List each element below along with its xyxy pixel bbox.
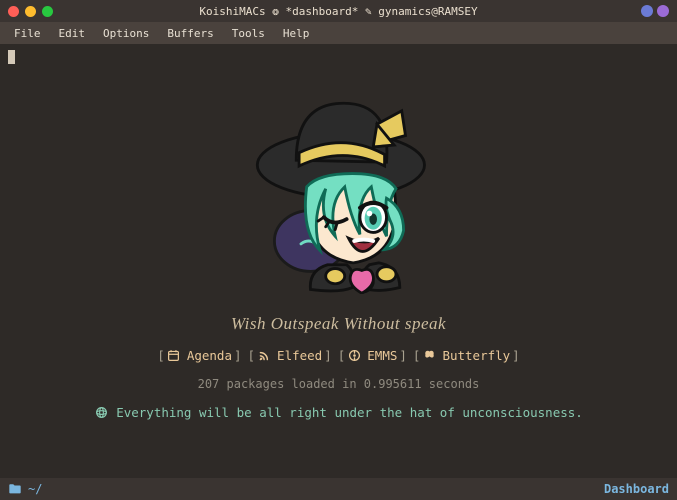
text-cursor: [8, 50, 15, 64]
titlebar-indicator-1: [641, 5, 653, 17]
close-window-button[interactable]: [8, 6, 19, 17]
titlebar-indicator-2: [657, 5, 669, 17]
butterfly-icon: [422, 349, 436, 363]
nav-agenda-label: Agenda: [187, 348, 232, 363]
nav-agenda[interactable]: Agenda: [165, 348, 234, 363]
nav-emms[interactable]: EMMS: [345, 348, 399, 363]
bracket: [: [413, 348, 421, 363]
nav-butterfly-label: Butterfly: [442, 348, 510, 363]
menu-file[interactable]: File: [6, 25, 49, 42]
bracket: [: [338, 348, 346, 363]
modeline-major-mode[interactable]: Dashboard: [604, 482, 669, 496]
menubar: File Edit Options Buffers Tools Help: [0, 22, 677, 44]
dashboard-content: Wish Outspeak Without speak [ Agenda ] [: [0, 74, 677, 420]
dashboard-stats: 207 packages loaded in 0.995611 seconds: [198, 377, 480, 391]
dashboard-fortune-text: Everything will be all right under the h…: [116, 405, 583, 420]
window-controls: [8, 6, 53, 17]
nav-elfeed-label: Elfeed: [277, 348, 322, 363]
titlebar: KoishiMACs ❂ *dashboard* ✎ gynamics@RAMS…: [0, 0, 677, 22]
nav-elfeed[interactable]: Elfeed: [255, 348, 324, 363]
disc-icon: [347, 349, 361, 363]
folder-icon: [8, 482, 22, 496]
menu-help[interactable]: Help: [275, 25, 318, 42]
globe-icon: [94, 406, 108, 420]
rss-icon: [257, 349, 271, 363]
menu-options[interactable]: Options: [95, 25, 157, 42]
dashboard-tagline: Wish Outspeak Without speak: [231, 314, 446, 334]
modeline-cwd-text: ~/: [28, 482, 42, 496]
bracket: ]: [399, 348, 407, 363]
titlebar-right-icons: [641, 5, 669, 17]
bracket: [: [248, 348, 256, 363]
dashboard-buffer[interactable]: Wish Outspeak Without speak [ Agenda ] [: [0, 44, 677, 478]
nav-butterfly[interactable]: Butterfly: [420, 348, 512, 363]
menu-tools[interactable]: Tools: [224, 25, 273, 42]
dashboard-logo: [244, 74, 434, 294]
calendar-icon: [167, 349, 181, 363]
dashboard-nav: [ Agenda ] [: [157, 348, 519, 363]
window-title: KoishiMACs ❂ *dashboard* ✎ gynamics@RAMS…: [0, 5, 677, 18]
dashboard-fortune: Everything will be all right under the h…: [94, 405, 583, 420]
modeline: ~/ Dashboard: [0, 478, 677, 500]
zoom-window-button[interactable]: [42, 6, 53, 17]
bracket: ]: [324, 348, 332, 363]
bracket: ]: [234, 348, 242, 363]
bracket: [: [157, 348, 165, 363]
menu-edit[interactable]: Edit: [51, 25, 94, 42]
nav-emms-label: EMMS: [367, 348, 397, 363]
minimize-window-button[interactable]: [25, 6, 36, 17]
menu-buffers[interactable]: Buffers: [159, 25, 221, 42]
modeline-cwd[interactable]: ~/: [8, 482, 42, 496]
bracket: ]: [512, 348, 520, 363]
